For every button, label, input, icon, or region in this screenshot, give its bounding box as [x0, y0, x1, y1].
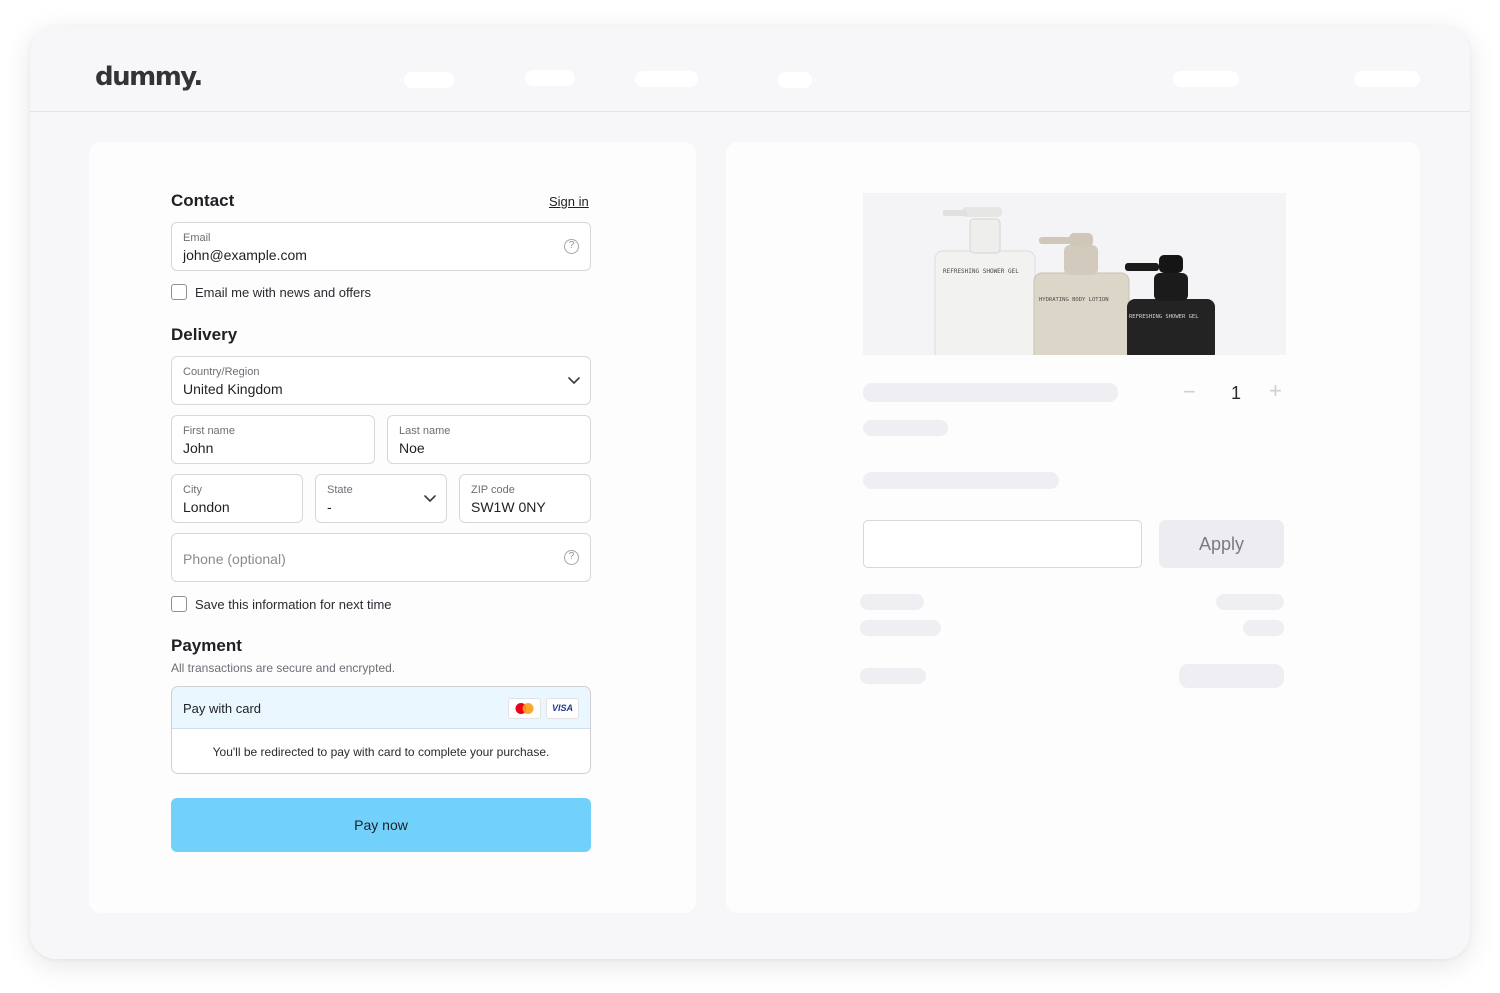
checkout-form-card: Contact Sign in Email john@example.com ?… — [89, 142, 696, 913]
payment-method-box[interactable]: Pay with card VISA You'll be redirected … — [171, 686, 591, 774]
nav-placeholder-5[interactable] — [1173, 71, 1239, 87]
total-value-placeholder — [1179, 664, 1284, 688]
mastercard-icon — [508, 698, 541, 719]
visa-text: VISA — [551, 703, 573, 713]
last-name-label: Last name — [399, 425, 451, 437]
country-label: Country/Region — [183, 366, 260, 378]
nav-placeholder-3[interactable] — [635, 71, 698, 87]
save-info-checkbox-row[interactable]: Save this information for next time — [171, 596, 392, 612]
pay-now-button[interactable]: Pay now — [171, 798, 591, 852]
country-value: United Kingdom — [183, 381, 283, 397]
city-value: London — [183, 499, 230, 515]
email-field[interactable]: Email john@example.com ? — [171, 222, 591, 271]
last-name-field[interactable]: Last name Noe — [387, 415, 591, 464]
zip-code-field[interactable]: ZIP code SW1W 0NY — [459, 474, 591, 523]
newsletter-checkbox[interactable] — [171, 284, 187, 300]
shipping-value-placeholder — [1243, 620, 1284, 636]
city-label: City — [183, 484, 202, 496]
first-name-label: First name — [183, 425, 235, 437]
product-image: REFRESHING SHOWER GEL HYDRATING BODY LOT… — [863, 193, 1286, 355]
contact-heading: Contact — [171, 191, 235, 210]
redirect-note: You'll be redirected to pay with card to… — [212, 745, 550, 759]
quantity-increase-button[interactable]: + — [1269, 380, 1282, 402]
product-price-placeholder — [863, 420, 948, 436]
product-bottles-illustration: REFRESHING SHOWER GEL HYDRATING BODY LOT… — [934, 207, 1215, 355]
pay-with-card-label: Pay with card — [183, 701, 262, 716]
zip-code-value: SW1W 0NY — [471, 499, 546, 515]
quantity-value: 1 — [1231, 383, 1242, 403]
subtotal-label-placeholder — [860, 594, 924, 610]
save-info-label: Save this information for next time — [195, 596, 392, 612]
product-label-2: HYDRATING BODY LOTION — [1039, 297, 1109, 303]
discount-label-placeholder — [863, 472, 1059, 489]
city-field[interactable]: City London — [171, 474, 303, 523]
phone-field[interactable]: Phone (optional) ? — [171, 533, 591, 582]
delivery-heading: Delivery — [171, 325, 238, 344]
product-title-placeholder — [863, 383, 1118, 402]
state-value: - — [327, 499, 332, 515]
apply-discount-button[interactable]: Apply — [1159, 520, 1284, 568]
mastercard-logo-graphic — [515, 703, 534, 714]
nav-placeholder-4[interactable] — [778, 72, 812, 88]
help-icon[interactable]: ? — [564, 239, 579, 254]
pay-with-card-option[interactable]: Pay with card VISA — [172, 687, 590, 729]
chevron-down-icon — [424, 495, 436, 502]
phone-placeholder: Phone (optional) — [183, 551, 286, 567]
first-name-field[interactable]: First name John — [171, 415, 375, 464]
visa-icon: VISA — [546, 698, 579, 719]
newsletter-label: Email me with news and offers — [195, 284, 372, 300]
product-label-3: REFRESHING SHOWER GEL — [1129, 314, 1199, 320]
zip-code-label: ZIP code — [471, 484, 515, 496]
brand-logo[interactable]: dummy. — [95, 62, 203, 92]
discount-code-input[interactable] — [863, 520, 1142, 568]
email-value: john@example.com — [183, 247, 307, 263]
browser-window: dummy. Contact Sign in Email john@exampl… — [30, 26, 1470, 959]
nav-placeholder-6[interactable] — [1354, 71, 1420, 87]
payment-heading: Payment — [171, 636, 242, 655]
nav-placeholder-1[interactable] — [404, 72, 454, 88]
first-name-value: John — [183, 440, 214, 456]
product-label-1: REFRESHING SHOWER GEL — [943, 268, 1019, 275]
total-label-placeholder — [860, 668, 926, 684]
subtotal-value-placeholder — [1216, 594, 1284, 610]
state-label: State — [327, 484, 353, 496]
order-summary-card: REFRESHING SHOWER GEL HYDRATING BODY LOT… — [726, 142, 1420, 913]
newsletter-checkbox-row[interactable]: Email me with news and offers — [171, 284, 371, 300]
chevron-down-icon — [568, 377, 580, 384]
country-select[interactable]: Country/Region United Kingdom — [171, 356, 591, 405]
email-label: Email — [183, 232, 211, 244]
top-navigation-bar: dummy. — [30, 26, 1470, 112]
nav-placeholder-2[interactable] — [525, 70, 575, 86]
last-name-value: Noe — [399, 440, 425, 456]
help-icon[interactable]: ? — [564, 550, 579, 565]
payment-subtitle: All transactions are secure and encrypte… — [171, 661, 396, 675]
state-select[interactable]: State - — [315, 474, 447, 523]
shipping-label-placeholder — [860, 620, 941, 636]
sign-in-link[interactable]: Sign in — [549, 194, 589, 209]
quantity-decrease-button[interactable]: − — [1183, 381, 1196, 403]
save-info-checkbox[interactable] — [171, 596, 187, 612]
